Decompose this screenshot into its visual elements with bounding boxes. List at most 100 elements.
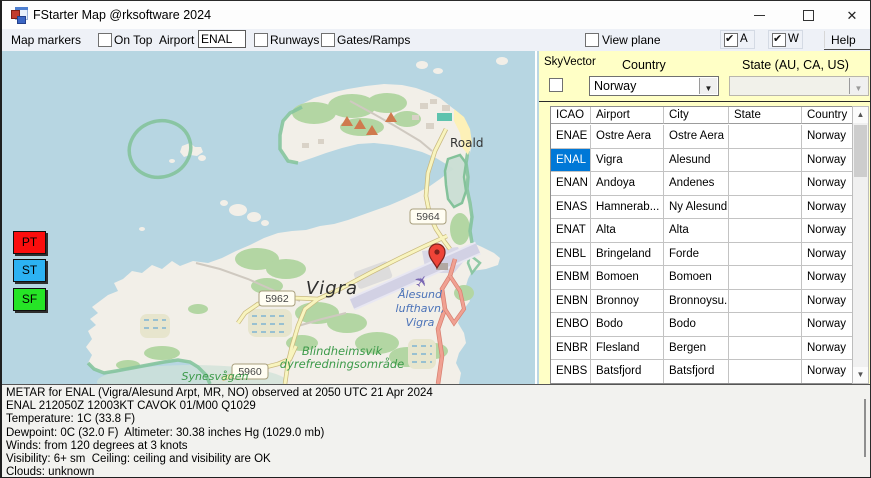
cell-state[interactable] <box>729 219 802 243</box>
cell-state[interactable] <box>729 195 802 219</box>
cell-state[interactable] <box>729 172 802 196</box>
cell-icao[interactable]: ENAE <box>551 125 591 149</box>
cell-state[interactable] <box>729 242 802 266</box>
col-airport[interactable]: Airport <box>591 107 664 124</box>
minimize-button[interactable] <box>737 1 781 29</box>
w-checkbox[interactable] <box>772 32 786 47</box>
table-row[interactable]: ENBM Bomoen Bomoen Norway <box>551 266 852 290</box>
cell-airport[interactable]: Bronnoy <box>591 289 664 313</box>
cell-city[interactable]: Bomoen <box>664 266 729 290</box>
cell-country[interactable]: Norway <box>802 313 852 337</box>
table-row[interactable]: ENBR Flesland Bergen Norway <box>551 336 852 360</box>
gates-ramps-label[interactable]: Gates/Ramps <box>337 33 410 47</box>
metar-scrollbar-thumb[interactable] <box>864 399 866 457</box>
cell-airport[interactable]: Batsfjord <box>591 360 664 383</box>
cell-airport[interactable]: Hamnerab... <box>591 195 664 219</box>
airport-input[interactable] <box>198 30 246 48</box>
cell-state[interactable] <box>729 125 802 149</box>
cell-country[interactable]: Norway <box>802 172 852 196</box>
table-row[interactable]: ENAT Alta Alta Norway <box>551 219 852 243</box>
scroll-down-icon[interactable]: ▼ <box>853 367 868 383</box>
cell-country[interactable]: Norway <box>802 266 852 290</box>
cell-airport[interactable]: Vigra <box>591 148 664 172</box>
cell-airport[interactable]: Bringeland <box>591 242 664 266</box>
help-button[interactable]: Help <box>831 33 856 47</box>
view-plane-checkbox[interactable] <box>585 33 599 47</box>
table-row[interactable]: ENBS Batsfjord Batsfjord Norway <box>551 360 852 383</box>
table-row[interactable]: ENAE Ostre Aera Ostre Aera Norway <box>551 125 852 149</box>
table-row[interactable]: ENAL Vigra Alesund Norway <box>551 148 852 172</box>
runways-checkbox[interactable] <box>254 33 268 47</box>
cell-city[interactable]: Bronnoysu... <box>664 289 729 313</box>
cell-icao[interactable]: ENAT <box>551 219 591 243</box>
col-state[interactable]: State <box>729 107 802 124</box>
airport-table[interactable]: ICAO Airport City State Country ENAE Ostr… <box>550 106 853 384</box>
cell-country[interactable]: Norway <box>802 242 852 266</box>
cell-city[interactable]: Alta <box>664 219 729 243</box>
metar-panel[interactable]: METAR for ENAL (Vigra/Alesund Arpt, MR, … <box>2 384 870 477</box>
cell-airport[interactable]: Bomoen <box>591 266 664 290</box>
on-top-checkbox[interactable] <box>98 33 112 47</box>
cell-country[interactable]: Norway <box>802 360 852 383</box>
pt-marker-button[interactable]: PT <box>13 231 46 254</box>
cell-country[interactable]: Norway <box>802 219 852 243</box>
cell-icao[interactable]: ENBL <box>551 242 591 266</box>
cell-city[interactable]: Ostre Aera <box>664 125 729 149</box>
cell-city[interactable]: Forde <box>664 242 729 266</box>
sf-marker-button[interactable]: SF <box>13 288 46 311</box>
col-city[interactable]: City <box>664 107 729 124</box>
cell-state[interactable] <box>729 313 802 337</box>
view-plane-label[interactable]: View plane <box>602 33 661 47</box>
cell-state[interactable] <box>729 336 802 360</box>
cell-state[interactable] <box>729 360 802 383</box>
close-button[interactable]: ✕ <box>830 1 870 29</box>
cell-state[interactable] <box>729 266 802 290</box>
cell-state[interactable] <box>729 148 802 172</box>
cell-country[interactable]: Norway <box>802 289 852 313</box>
cell-city[interactable]: Alesund <box>664 148 729 172</box>
country-dropdown-button[interactable]: ▼ <box>699 78 717 94</box>
cell-icao[interactable]: ENBN <box>551 289 591 313</box>
table-scrollbar[interactable]: ▲ ▼ <box>852 106 869 384</box>
runways-label[interactable]: Runways <box>270 33 319 47</box>
titlebar[interactable]: FStarter Map @rksoftware 2024 ✕ <box>2 1 870 29</box>
table-row[interactable]: ENBL Bringeland Forde Norway <box>551 242 852 266</box>
map-view[interactable]: ✈ 5964 5962 5960 Roald Vigra Ålesund luf… <box>2 51 535 384</box>
cell-icao[interactable]: ENAS <box>551 195 591 219</box>
cell-icao[interactable]: ENAN <box>551 172 591 196</box>
cell-airport[interactable]: Ostre Aera <box>591 125 664 149</box>
a-checkbox[interactable] <box>724 32 738 47</box>
st-marker-button[interactable]: ST <box>13 259 46 282</box>
cell-city[interactable]: Bodo <box>664 313 729 337</box>
col-icao[interactable]: ICAO <box>551 107 591 124</box>
cell-country[interactable]: Norway <box>802 336 852 360</box>
on-top-label[interactable]: On Top <box>114 33 152 47</box>
cell-airport[interactable]: Bodo <box>591 313 664 337</box>
cell-icao[interactable]: ENBS <box>551 360 591 383</box>
cell-country[interactable]: Norway <box>802 195 852 219</box>
cell-country[interactable]: Norway <box>802 148 852 172</box>
table-row[interactable]: ENBO Bodo Bodo Norway <box>551 313 852 337</box>
maximize-button[interactable] <box>786 1 830 29</box>
col-country[interactable]: Country <box>802 107 852 124</box>
cell-icao[interactable]: ENBO <box>551 313 591 337</box>
country-select[interactable]: Norway ▼ <box>589 76 719 96</box>
cell-city[interactable]: Andenes <box>664 172 729 196</box>
cell-city[interactable]: Ny Alesund <box>664 195 729 219</box>
cell-state[interactable] <box>729 289 802 313</box>
gates-ramps-checkbox[interactable] <box>321 33 335 47</box>
cell-city[interactable]: Batsfjord <box>664 360 729 383</box>
table-row[interactable]: ENAN Andoya Andenes Norway <box>551 172 852 196</box>
cell-airport[interactable]: Andoya <box>591 172 664 196</box>
skyvector-checkbox[interactable] <box>549 78 563 92</box>
table-row[interactable]: ENBN Bronnoy Bronnoysu... Norway <box>551 289 852 313</box>
cell-icao[interactable]: ENAL <box>551 148 591 172</box>
table-row[interactable]: ENAS Hamnerab... Ny Alesund Norway <box>551 195 852 219</box>
cell-icao[interactable]: ENBR <box>551 336 591 360</box>
cell-icao[interactable]: ENBM <box>551 266 591 290</box>
cell-country[interactable]: Norway <box>802 125 852 149</box>
scrollbar-thumb[interactable] <box>854 125 867 177</box>
cell-airport[interactable]: Alta <box>591 219 664 243</box>
cell-airport[interactable]: Flesland <box>591 336 664 360</box>
cell-city[interactable]: Bergen <box>664 336 729 360</box>
